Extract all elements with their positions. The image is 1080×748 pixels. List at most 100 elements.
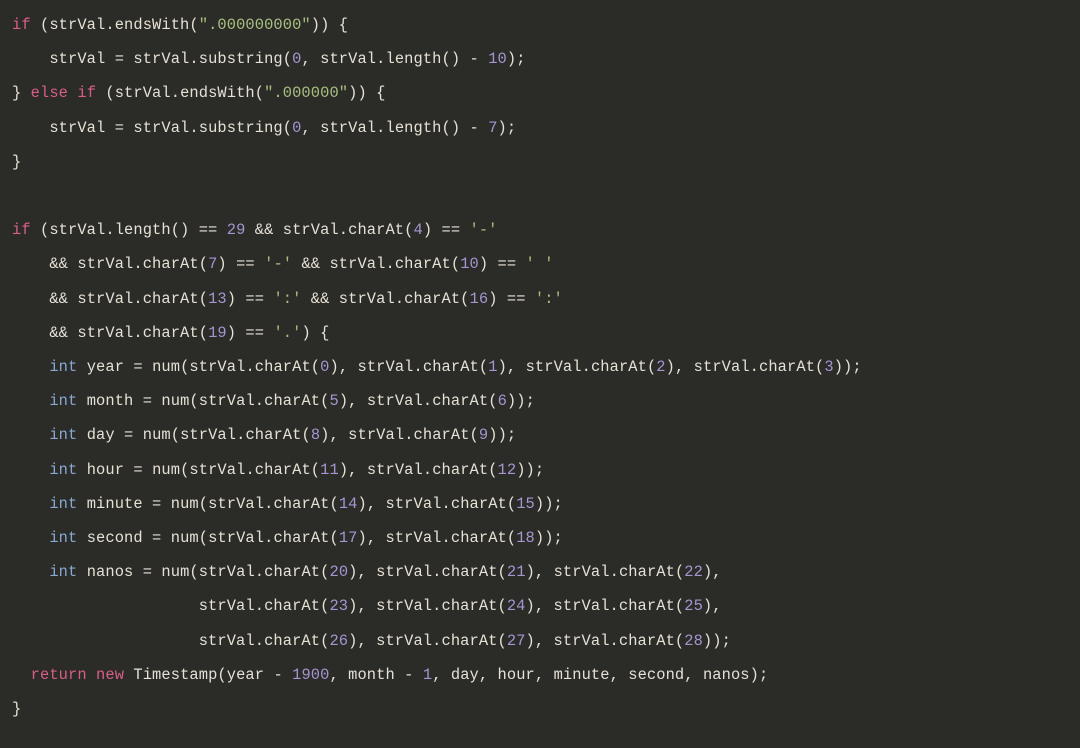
number-literal: 16 — [470, 290, 489, 308]
type-int: int — [49, 392, 77, 410]
method-charAt: charAt — [442, 563, 498, 581]
number-literal: 5 — [329, 392, 338, 410]
number-literal: 3 — [824, 358, 833, 376]
method-charAt: charAt — [143, 290, 199, 308]
method-charAt: charAt — [395, 255, 451, 273]
identifier: strVal — [199, 597, 255, 615]
number-literal: 26 — [329, 632, 348, 650]
char-literal: ':' — [273, 290, 301, 308]
char-literal: '-' — [470, 221, 498, 239]
number-literal: 11 — [320, 461, 339, 479]
method-charAt: charAt — [432, 461, 488, 479]
identifier: day — [451, 666, 479, 684]
type-int: int — [49, 529, 77, 547]
identifier: strVal — [49, 221, 105, 239]
number-literal: 13 — [208, 290, 227, 308]
identifier: strVal — [133, 50, 189, 68]
identifier: strVal — [77, 290, 133, 308]
method-charAt: charAt — [441, 632, 497, 650]
number-literal: 12 — [498, 461, 517, 479]
char-literal: '-' — [264, 255, 292, 273]
method-charAt: charAt — [143, 324, 199, 342]
number-literal: 0 — [292, 119, 301, 137]
number-literal: 10 — [488, 50, 507, 68]
number-literal: 8 — [311, 426, 320, 444]
identifier: strVal — [208, 495, 264, 513]
method-charAt: charAt — [245, 426, 301, 444]
identifier: hour — [498, 666, 535, 684]
number-literal: 22 — [684, 563, 703, 581]
identifier: strVal — [77, 255, 133, 273]
identifier: nanos — [703, 666, 750, 684]
identifier: strVal — [189, 358, 245, 376]
identifier: strVal — [376, 563, 432, 581]
identifier: strVal — [208, 529, 264, 547]
identifier: minute — [87, 495, 143, 513]
number-literal: 1 — [488, 358, 497, 376]
method-length: length — [115, 221, 171, 239]
identifier: day — [87, 426, 115, 444]
number-literal: 24 — [507, 597, 526, 615]
identifier: strVal — [115, 84, 171, 102]
identifier: year — [87, 358, 124, 376]
function-num: num — [152, 358, 180, 376]
identifier: strVal — [348, 426, 404, 444]
identifier: strVal — [554, 563, 610, 581]
number-literal: 4 — [413, 221, 422, 239]
identifier: strVal — [49, 50, 105, 68]
number-literal: 1900 — [292, 666, 329, 684]
identifier: strVal — [367, 392, 423, 410]
function-num: num — [171, 495, 199, 513]
number-literal: 9 — [479, 426, 488, 444]
identifier: strVal — [329, 255, 385, 273]
method-length: length — [385, 50, 441, 68]
method-charAt: charAt — [759, 358, 815, 376]
type-int: int — [49, 495, 77, 513]
string-literal: ".000000" — [264, 84, 348, 102]
method-endsWith: endsWith — [115, 16, 190, 34]
keyword-if: if — [12, 16, 31, 34]
identifier: hour — [87, 461, 124, 479]
identifier: second — [628, 666, 684, 684]
keyword-return: return — [31, 666, 87, 684]
function-num: num — [152, 461, 180, 479]
number-literal: 20 — [329, 563, 348, 581]
identifier: strVal — [133, 119, 189, 137]
method-charAt: charAt — [273, 529, 329, 547]
identifier: strVal — [367, 461, 423, 479]
identifier: strVal — [320, 119, 376, 137]
number-literal: 14 — [339, 495, 358, 513]
number-literal: 6 — [498, 392, 507, 410]
identifier: strVal — [199, 632, 255, 650]
type-int: int — [49, 563, 77, 581]
identifier: strVal — [386, 529, 442, 547]
method-charAt: charAt — [348, 221, 404, 239]
identifier: strVal — [339, 290, 395, 308]
identifier: strVal — [49, 119, 105, 137]
identifier: minute — [554, 666, 610, 684]
identifier: strVal — [49, 16, 105, 34]
number-literal: 0 — [320, 358, 329, 376]
identifier: strVal — [358, 358, 414, 376]
identifier: strVal — [386, 495, 442, 513]
identifier: second — [87, 529, 143, 547]
identifier: strVal — [283, 221, 339, 239]
method-charAt: charAt — [619, 563, 675, 581]
method-charAt: charAt — [619, 597, 675, 615]
number-literal: 15 — [516, 495, 535, 513]
number-literal: 23 — [329, 597, 348, 615]
method-charAt: charAt — [451, 495, 507, 513]
method-charAt: charAt — [619, 632, 675, 650]
identifier: strVal — [180, 426, 236, 444]
method-charAt: charAt — [414, 426, 470, 444]
method-charAt: charAt — [255, 358, 311, 376]
char-literal: ':' — [535, 290, 563, 308]
method-charAt: charAt — [264, 632, 320, 650]
identifier: strVal — [694, 358, 750, 376]
keyword-else: else — [31, 84, 68, 102]
type-int: int — [49, 358, 77, 376]
method-length: length — [385, 119, 441, 137]
identifier: strVal — [320, 50, 376, 68]
number-literal: 21 — [507, 563, 526, 581]
method-substring: substring — [199, 50, 283, 68]
